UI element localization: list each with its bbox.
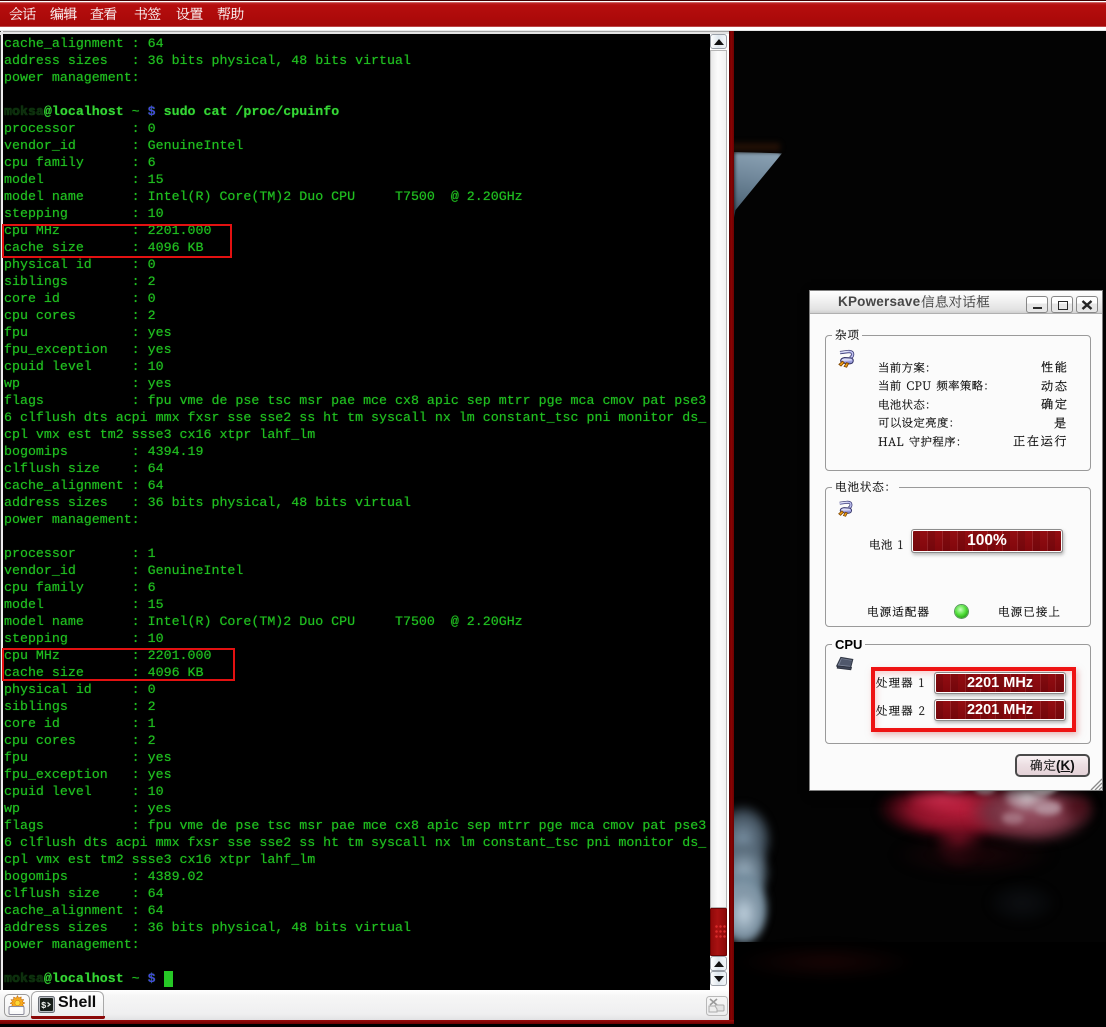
svg-text:$: $ xyxy=(41,1001,47,1011)
